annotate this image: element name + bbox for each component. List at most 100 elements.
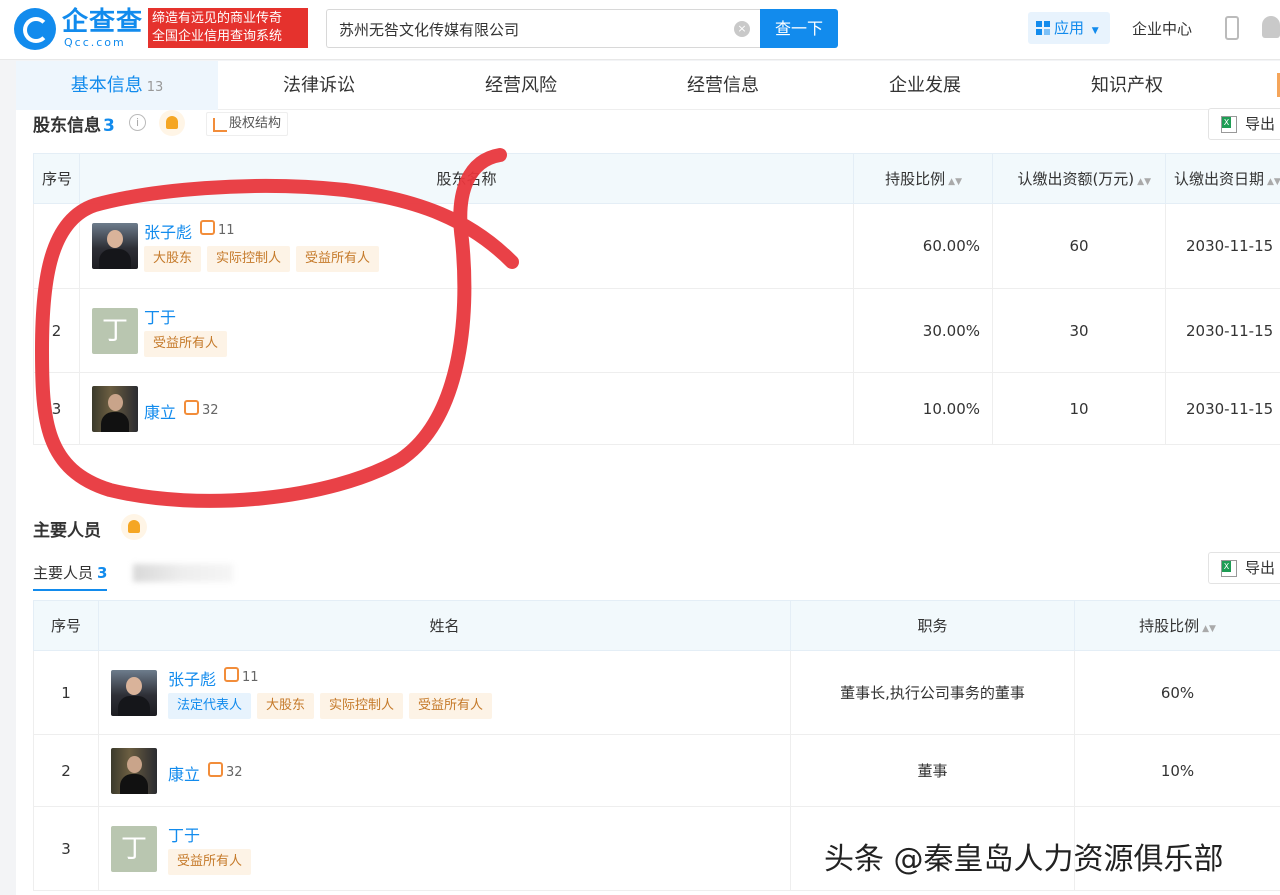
qcc-logo[interactable]: 企查查 Qcc.com bbox=[14, 8, 144, 52]
person-cell: 张子彪 11 法定代表人 大股东 实际控制人 受益所有人 bbox=[98, 650, 791, 735]
chevron-down-icon: ▼ bbox=[1091, 26, 1099, 36]
search-value: 苏州无咎文化传媒有限公司 bbox=[339, 21, 520, 39]
person-name[interactable]: 康立 bbox=[168, 761, 200, 785]
ratio-value: 60% bbox=[1074, 650, 1280, 735]
ratio-value: 10% bbox=[1074, 734, 1280, 807]
shareholder-cell: 丁 丁于 受益所有人 bbox=[79, 288, 854, 373]
col-ratio-label: 持股比例 bbox=[885, 170, 946, 188]
export-shareholders-button[interactable]: 导出 bbox=[1208, 108, 1280, 140]
sort-icon[interactable]: ▲▼ bbox=[1137, 177, 1151, 187]
avatar[interactable]: 丁 bbox=[111, 826, 157, 872]
amount-value: 60 bbox=[992, 203, 1166, 289]
person-name[interactable]: 张子彪 bbox=[168, 666, 216, 690]
row-index: 3 bbox=[33, 806, 99, 891]
export-label: 导出 bbox=[1245, 115, 1276, 133]
col-ratio[interactable]: 持股比例 ▲▼ bbox=[1074, 600, 1280, 651]
col-position: 职务 bbox=[790, 600, 1075, 651]
col-date-label: 认缴出资日期 bbox=[1174, 170, 1265, 188]
relation-count[interactable]: 11 bbox=[224, 667, 259, 685]
sort-icon[interactable]: ▲▼ bbox=[1267, 177, 1279, 187]
tab-label: 基本信息 bbox=[70, 75, 143, 96]
avatar[interactable] bbox=[111, 670, 157, 716]
shareholder-cell: 张子彪 11 大股东 实际控制人 受益所有人 bbox=[79, 203, 854, 289]
row-index: 3 bbox=[33, 372, 80, 445]
tag-legal-rep: 法定代表人 bbox=[168, 693, 252, 719]
tab-legal[interactable]: 法律诉讼 bbox=[218, 61, 420, 110]
date-value: 2030-11-15 bbox=[1165, 203, 1280, 289]
position-value: 董事长,执行公司事务的董事 bbox=[790, 650, 1075, 735]
sort-icon[interactable]: ▲▼ bbox=[948, 177, 962, 187]
excel-icon bbox=[1221, 560, 1237, 577]
col-ratio-label: 持股比例 bbox=[1139, 617, 1200, 635]
logo-sub: Qcc.com bbox=[64, 36, 126, 49]
export-label: 导出 bbox=[1245, 559, 1276, 577]
tag-beneficiary: 受益所有人 bbox=[168, 849, 252, 875]
shareholders-title: 股东信息 3 bbox=[33, 111, 115, 136]
shareholders-title-text: 股东信息 bbox=[33, 116, 101, 136]
tag-row: 大股东 实际控制人 受益所有人 bbox=[144, 246, 385, 272]
subtab-count: 3 bbox=[97, 564, 108, 582]
col-index: 序号 bbox=[33, 600, 99, 651]
avatar[interactable]: 丁 bbox=[92, 308, 138, 354]
date-value: 2030-11-15 bbox=[1165, 288, 1280, 373]
relation-count[interactable]: 32 bbox=[184, 400, 219, 418]
info-icon[interactable]: i bbox=[129, 114, 146, 131]
shareholder-name[interactable]: 张子彪 bbox=[144, 219, 192, 243]
person-cell: 康立 32 bbox=[98, 734, 791, 807]
tab-basic-info[interactable]: 基本信息 13 bbox=[16, 61, 218, 110]
avatar[interactable] bbox=[92, 386, 138, 432]
ratio-value: 30.00% bbox=[853, 288, 993, 373]
relation-count[interactable]: 11 bbox=[200, 220, 235, 238]
tag-row: 受益所有人 bbox=[144, 331, 233, 357]
enterprise-center-link[interactable]: 企业中心 bbox=[1132, 18, 1192, 39]
table-row: 张子彪 11 大股东 实际控制人 受益所有人 60.00% 60 2030-11-1… bbox=[33, 203, 1280, 289]
tag-beneficiary: 受益所有人 bbox=[296, 246, 380, 272]
tab-development[interactable]: 企业发展 bbox=[824, 61, 1026, 110]
tag-major-shareholder: 大股东 bbox=[257, 693, 315, 719]
col-name: 姓名 bbox=[98, 600, 791, 651]
shareholder-name[interactable]: 康立 bbox=[144, 399, 176, 423]
tab-count: 13 bbox=[146, 80, 164, 95]
row-index: 1 bbox=[33, 650, 99, 735]
tag-major-shareholder: 大股东 bbox=[144, 246, 202, 272]
slogan-banner: 缔造有远见的商业传奇 全国企业信用查询系统 bbox=[148, 8, 308, 48]
col-amount[interactable]: 认缴出资额(万元) ▲▼ bbox=[992, 153, 1166, 204]
table-row: 2 康立 32 董事 10% bbox=[33, 734, 1280, 807]
table-row: 3 康立 32 10.00% 10 2030-11-15 bbox=[33, 372, 1280, 445]
table-row: 2 丁 丁于 受益所有人 30.00% 30 2030-11-15 bbox=[33, 288, 1280, 373]
tab-risk[interactable]: 经营风险 bbox=[420, 61, 622, 110]
tag-beneficiary: 受益所有人 bbox=[144, 331, 228, 357]
phone-icon[interactable] bbox=[1225, 16, 1239, 40]
slogan-line2: 全国企业信用查询系统 bbox=[152, 29, 283, 44]
tab-operations[interactable]: 经营信息 bbox=[622, 61, 824, 110]
blurred-tab bbox=[133, 564, 233, 582]
bell-icon[interactable] bbox=[159, 110, 185, 136]
col-date[interactable]: 认缴出资日期 ▲▼ bbox=[1165, 153, 1280, 204]
equity-structure-button[interactable]: 股权结构 bbox=[206, 112, 289, 136]
excel-icon bbox=[1221, 116, 1237, 133]
clear-icon[interactable]: × bbox=[734, 21, 750, 37]
sort-icon[interactable]: ▲▼ bbox=[1202, 624, 1216, 634]
shareholder-cell: 康立 32 bbox=[79, 372, 854, 445]
search-button[interactable]: 查一下 bbox=[760, 9, 838, 48]
tab-main-personnel[interactable]: 主要人员 3 bbox=[33, 562, 108, 591]
subtab-label: 主要人员 bbox=[33, 564, 94, 582]
amount-value: 10 bbox=[992, 372, 1166, 445]
tag-beneficiary: 受益所有人 bbox=[409, 693, 493, 719]
search-input[interactable]: 苏州无咎文化传媒有限公司 × bbox=[326, 9, 760, 48]
shareholder-name[interactable]: 丁于 bbox=[144, 304, 176, 328]
person-name[interactable]: 丁于 bbox=[168, 822, 200, 846]
tab-ip[interactable]: 知识产权 bbox=[1026, 61, 1228, 110]
col-ratio[interactable]: 持股比例 ▲▼ bbox=[853, 153, 993, 204]
row-index: 2 bbox=[33, 734, 99, 807]
avatar[interactable] bbox=[92, 223, 138, 269]
notification-icon[interactable] bbox=[1262, 16, 1280, 38]
col-index: 序号 bbox=[33, 153, 80, 204]
bell-icon[interactable] bbox=[121, 514, 147, 540]
avatar[interactable] bbox=[111, 748, 157, 794]
relation-count[interactable]: 32 bbox=[208, 762, 243, 780]
main-tabs: 基本信息 13 法律诉讼 经营风险 经营信息 企业发展 知识产权 bbox=[16, 61, 1280, 110]
logo-icon bbox=[14, 8, 56, 50]
app-menu-button[interactable]: 应用 ▼ bbox=[1028, 12, 1110, 44]
export-personnel-button[interactable]: 导出 bbox=[1208, 552, 1280, 584]
